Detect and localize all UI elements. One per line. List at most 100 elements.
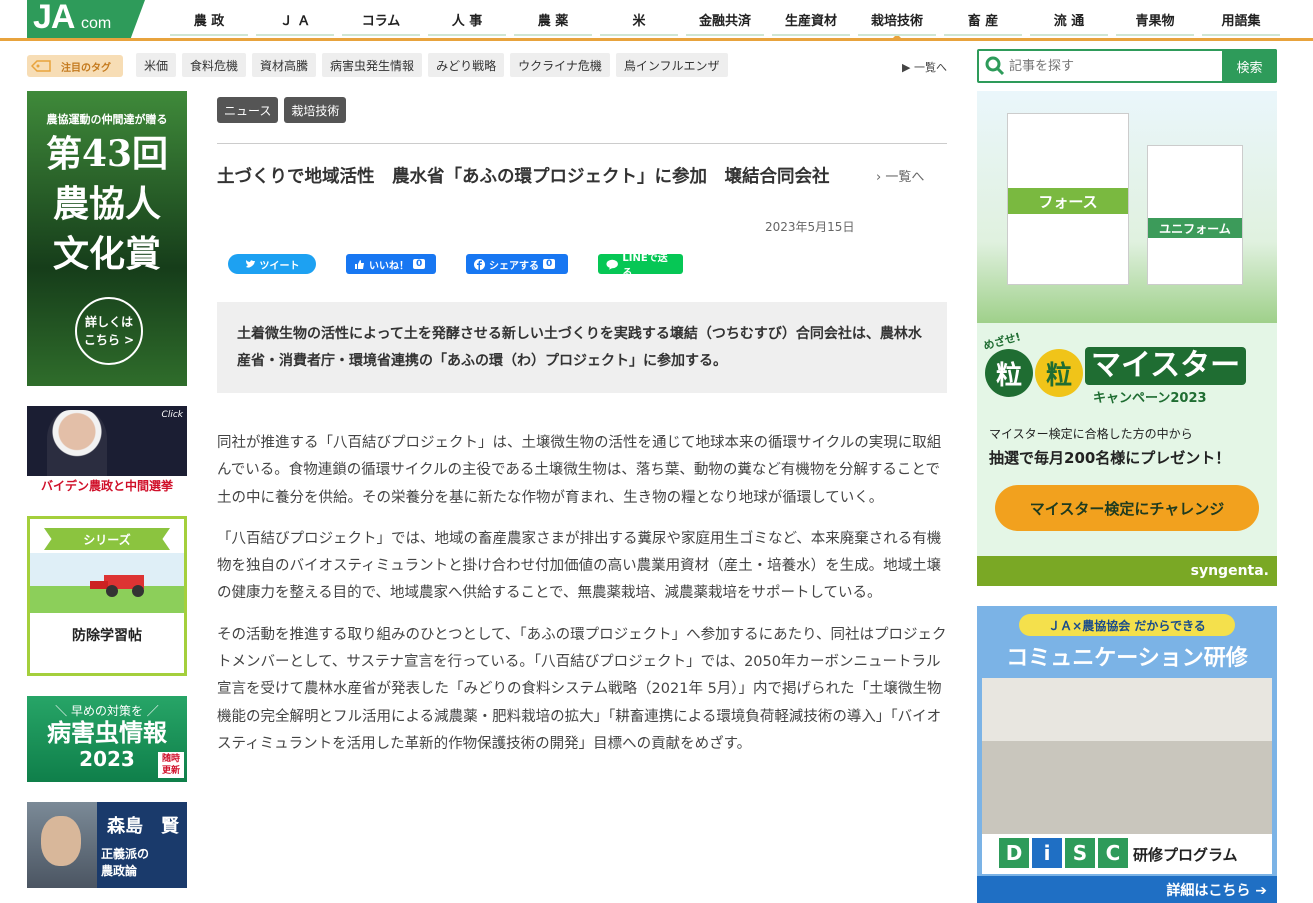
line-share-label: LINEで送る [622, 253, 668, 279]
promo-grain-2: 粒 [1035, 349, 1083, 397]
search-icon [985, 56, 1005, 76]
disc-logo: D i S C [999, 838, 1128, 868]
tweet-button[interactable]: ツイート [228, 254, 316, 274]
banner-communication-head: コミュニケーション研修 [1006, 646, 1248, 671]
disc-letter: D [999, 838, 1029, 868]
nav-item-yogo[interactable]: 用語集 [1198, 0, 1284, 38]
tag-item[interactable]: 食料危機 [182, 53, 247, 77]
banner-biden-caption: バイデン農政と中間選挙 [27, 476, 187, 495]
site-logo[interactable]: JA com [27, 0, 145, 38]
banner-bunkasho-details-button[interactable]: 詳しくは こちら > [75, 297, 143, 365]
banner-bunkasho-sub: 農協運動の仲間達が贈る [46, 113, 168, 126]
banner-bunkasho[interactable]: 農協運動の仲間達が贈る 第43回 農協人 文化賞 詳しくは こちら > [27, 91, 187, 386]
promo-grain-1: 粒 [985, 349, 1033, 397]
banner-morishima[interactable]: 森島 賢 正義派の 農政論 [27, 802, 187, 888]
nav-item-noyaku[interactable]: 農 薬 [510, 0, 596, 38]
banner-byogaichu-t1: ＼ 早めの対策を ／ [55, 704, 159, 718]
line-share-button[interactable]: LINEで送る [598, 253, 683, 279]
search-input[interactable] [1009, 54, 1199, 78]
article-lead: 土着微生物の活性によって土を発酵させる新しい土づくりを実践する壌結（つちむすび）… [217, 302, 947, 393]
logo-com: com [81, 15, 112, 32]
product-bag-uniform-label: ユニフォーム [1148, 218, 1242, 238]
article-categories: ニュース 栽培技術 [217, 97, 347, 123]
facebook-share-button[interactable]: シェアする 0 [466, 254, 568, 274]
like-count: 0 [413, 259, 426, 269]
divider [217, 143, 947, 144]
banner-communication-photo [982, 678, 1272, 858]
banner-byogaichu-badge: 随時 更新 [158, 752, 184, 778]
tag-item[interactable]: みどり戦略 [428, 53, 505, 77]
nav-item-ja[interactable]: Ｊ Ａ [252, 0, 338, 38]
syngenta-logo: syngenta. [977, 556, 1277, 586]
banner-bunkasho-line2: 農協人 [52, 183, 161, 225]
article-paragraph: その活動を推進する取り組みのひとつとして、「あふの環プロジェクト」へ参加するにあ… [217, 626, 947, 752]
disc-letter: i [1032, 838, 1062, 868]
back-to-list-link[interactable]: › 一覧へ [876, 166, 924, 185]
nav-item-nosei[interactable]: 農 政 [166, 0, 252, 38]
search-box: 検索 [977, 49, 1277, 83]
nav-item-seika[interactable]: 青果物 [1112, 0, 1198, 38]
tag-label: 注目のタグ [27, 55, 123, 77]
tag-list: 米価 食料危機 資材高騰 病害虫発生情報 みどり戦略 ウクライナ危機 鳥インフル… [136, 53, 728, 77]
banner-communication[interactable]: ＪＡ×農協協会 だからできる コミュニケーション研修 D i S C 研修プログ… [977, 606, 1277, 903]
banner-morishima-photo [27, 802, 97, 888]
product-bag-force-label: フォース [1008, 188, 1128, 214]
banner-morishima-name: 森島 賢 [107, 816, 179, 837]
like-label: いいね！ [369, 260, 409, 272]
promo-line-2: 抽選で毎月200名様にプレゼント！ [989, 449, 1231, 467]
banner-syngenta[interactable]: フォース ユニフォーム めざせ! 粒 粒 マイスター キャンペーン2023 マイ… [977, 91, 1277, 586]
product-bag-uniform: ユニフォーム [1147, 145, 1243, 285]
banner-byogaichu-t2: 病害虫情報 [47, 719, 167, 747]
tag-item[interactable]: 鳥インフルエンザ [615, 53, 728, 77]
nav-item-ryutsu[interactable]: 流 通 [1026, 0, 1112, 38]
tag-item[interactable]: 資材高騰 [252, 53, 317, 77]
facebook-share-count: 0 [543, 259, 556, 269]
main-nav: 農 政 Ｊ Ａ コラム 人 事 農 薬 米 金融共済 生産資材 栽培技術 畜 産… [166, 0, 1284, 39]
nav-item-saibai[interactable]: 栽培技術 [854, 0, 940, 39]
details-text-2: こちら > [83, 333, 135, 347]
tag-item[interactable]: 米価 [136, 53, 177, 77]
nav-item-kinyu[interactable]: 金融共済 [682, 0, 768, 38]
desc-line-1: 正義派の [101, 847, 150, 861]
tag-row: 注目のタグ 米価 食料危機 資材高騰 病害虫発生情報 みどり戦略 ウクライナ危機… [27, 53, 947, 79]
disc-letter: S [1065, 838, 1095, 868]
article-title: 土づくりで地域活性 農水省「あふの環プロジェクト」に参加 壌結合同会社 [217, 167, 830, 187]
badge-text-1: 随時 [161, 754, 180, 764]
tag-item[interactable]: 病害虫発生情報 [322, 53, 423, 77]
promo-meister: マイスター [1085, 347, 1247, 385]
category-news[interactable]: ニュース [217, 97, 279, 123]
thumbs-up-icon [355, 259, 364, 269]
logo-ja: JA [33, 0, 75, 36]
banner-byogaichu[interactable]: ＼ 早めの対策を ／ 病害虫情報 2023 随時 更新 [27, 696, 187, 782]
nav-item-column[interactable]: コラム [338, 0, 424, 38]
site-header: JA com 農 政 Ｊ Ａ コラム 人 事 農 薬 米 金融共済 生産資材 栽… [0, 0, 1313, 42]
nav-item-kome[interactable]: 米 [596, 0, 682, 38]
details-text-1: 詳しくは [84, 315, 133, 329]
nav-item-seisan[interactable]: 生産資材 [768, 0, 854, 38]
badge-text-2: 更新 [161, 766, 180, 776]
banner-biden-click: Click [161, 410, 183, 420]
tag-item[interactable]: ウクライナ危機 [510, 53, 610, 77]
banner-bojo[interactable]: シリーズ 防除学習帖 [27, 516, 187, 676]
tractor-icon [90, 575, 144, 597]
like-button[interactable]: いいね！ 0 [346, 254, 436, 274]
tag-all-link[interactable]: ▶ 一覧へ [902, 59, 947, 75]
line-icon [606, 259, 618, 270]
search-button[interactable]: 検索 [1222, 49, 1277, 83]
banner-bojo-scene [30, 553, 184, 613]
banner-syngenta-promo: めざせ! 粒 粒 マイスター キャンペーン2023 マイスター検定に合格した方の… [977, 323, 1277, 566]
nav-item-chikusan[interactable]: 畜 産 [940, 0, 1026, 38]
promo-line-1: マイスター検定に合格した方の中から [989, 427, 1193, 441]
category-saibai[interactable]: 栽培技術 [284, 97, 347, 123]
tag-icon [31, 60, 51, 72]
banner-communication-program: 研修プログラム [1133, 846, 1238, 864]
article-date: 2023年5月15日 [765, 220, 855, 234]
facebook-icon [474, 258, 485, 270]
tweet-label: ツイート [259, 260, 300, 272]
article-body: 同社が推進する「八百結びプロジェクト」は、土壌微生物の活性を通じて地球本来の循環… [217, 430, 947, 772]
banner-biden[interactable]: Click バイデン農政と中間選挙 [27, 406, 187, 495]
nav-item-jinji[interactable]: 人 事 [424, 0, 510, 38]
nav-underline [0, 38, 1313, 41]
meister-challenge-button[interactable]: マイスター検定にチャレンジ [995, 485, 1259, 531]
banner-communication-more-link[interactable]: 詳細はこちら ➔ [977, 876, 1277, 903]
